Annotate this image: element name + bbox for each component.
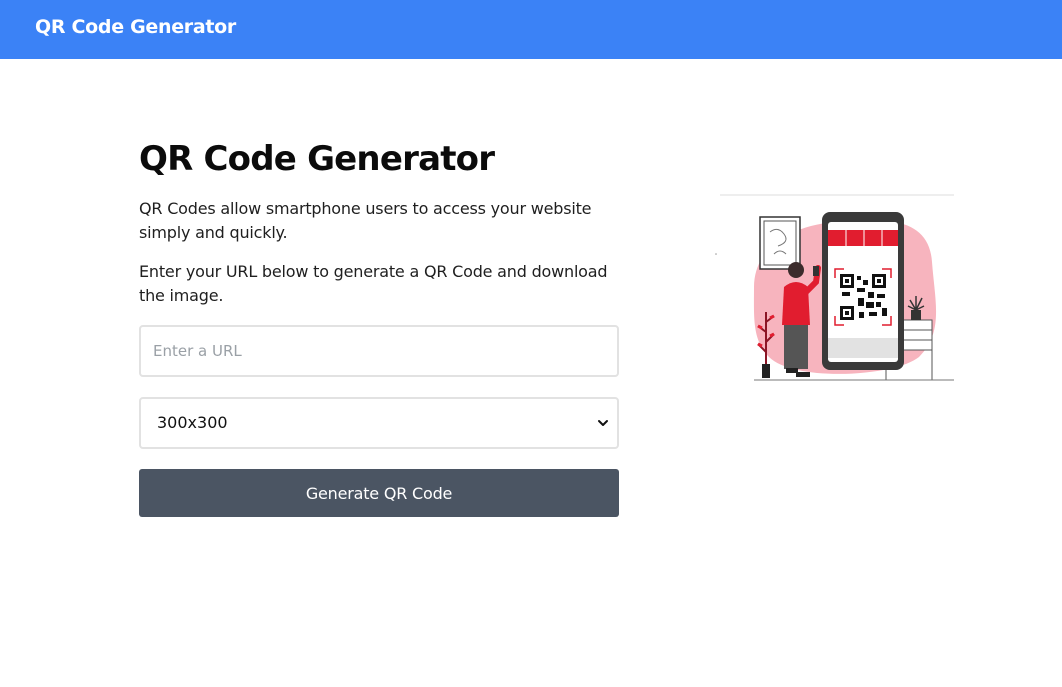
wall-frame-icon — [759, 216, 801, 270]
navbar: QR Code Generator — [0, 0, 1062, 59]
qr-scan-illustration — [715, 194, 954, 381]
brand-logo-text[interactable]: QR Code Generator — [35, 16, 236, 38]
qr-code-icon — [834, 268, 892, 326]
intro-text: QR Codes allow smartphone users to acces… — [139, 199, 592, 242]
size-select[interactable]: 300x300 — [139, 397, 619, 449]
page-title: QR Code Generator — [139, 139, 495, 179]
chevron-down-icon — [598, 420, 608, 426]
url-input[interactable] — [139, 325, 619, 377]
instructions-text: Enter your URL below to generate a QR Co… — [139, 262, 608, 305]
size-select-value: 300x300 — [157, 413, 228, 432]
generate-qr-button[interactable]: Generate QR Code — [139, 469, 619, 517]
generator-form-section: QR Code Generator QR Codes allow smartph… — [139, 138, 619, 517]
